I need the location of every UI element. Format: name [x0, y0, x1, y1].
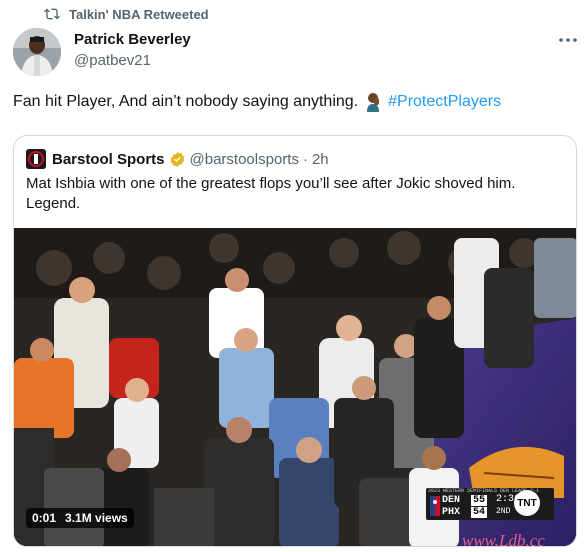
video-time-views: 0:01 3.1M views	[26, 508, 134, 528]
nba-logo-icon	[430, 496, 440, 516]
quote-author-name[interactable]: Barstool Sports	[52, 151, 165, 168]
video-player[interactable]: 0:01 3.1M views 2023 WESTERN SEMIFINALS …	[14, 228, 576, 546]
quoted-tweet[interactable]: Barstool Sports @barstoolsports · 2h Mat…	[13, 135, 577, 547]
team-1-abbr: DEN	[442, 495, 461, 506]
video-views: 3.1M views	[65, 511, 128, 525]
quote-text: Mat Ishbia with one of the greatest flop…	[26, 175, 516, 212]
retweet-header[interactable]: Talkin' NBA Retweeted	[44, 6, 209, 22]
tweet-text: Fan hit Player, And ain’t nobody saying …	[13, 92, 501, 112]
game-period: 2ND	[496, 507, 511, 516]
barstool-logo-icon	[26, 149, 46, 169]
more-options-icon[interactable]	[557, 33, 579, 47]
quote-header: Barstool Sports @barstoolsports · 2h	[26, 149, 329, 169]
team-2-abbr: PHX	[442, 507, 461, 518]
tnt-logo: TNT	[514, 490, 540, 516]
quote-author-handle[interactable]: @barstoolsports	[190, 151, 299, 168]
author-name[interactable]: Patrick Beverley	[74, 31, 191, 48]
hashtag-link[interactable]: #ProtectPlayers	[388, 93, 501, 111]
quote-timestamp[interactable]: 2h	[312, 151, 329, 168]
avatar[interactable]	[13, 28, 61, 76]
team-2-score: 54	[471, 507, 488, 518]
verified-badge-icon	[170, 151, 184, 167]
author-handle[interactable]: @patbev21	[74, 52, 151, 69]
tweet-body: Fan hit Player, And ain’t nobody saying …	[13, 93, 359, 110]
video-current-time: 0:01	[32, 511, 57, 525]
person-facepalming-emoji	[367, 93, 380, 112]
quote-separator: ·	[302, 150, 308, 168]
watermark: www.Ldb.cc	[462, 531, 545, 550]
retweet-icon	[44, 8, 60, 20]
team-1-score: 55	[471, 495, 488, 506]
retweet-label: Talkin' NBA Retweeted	[69, 6, 209, 22]
